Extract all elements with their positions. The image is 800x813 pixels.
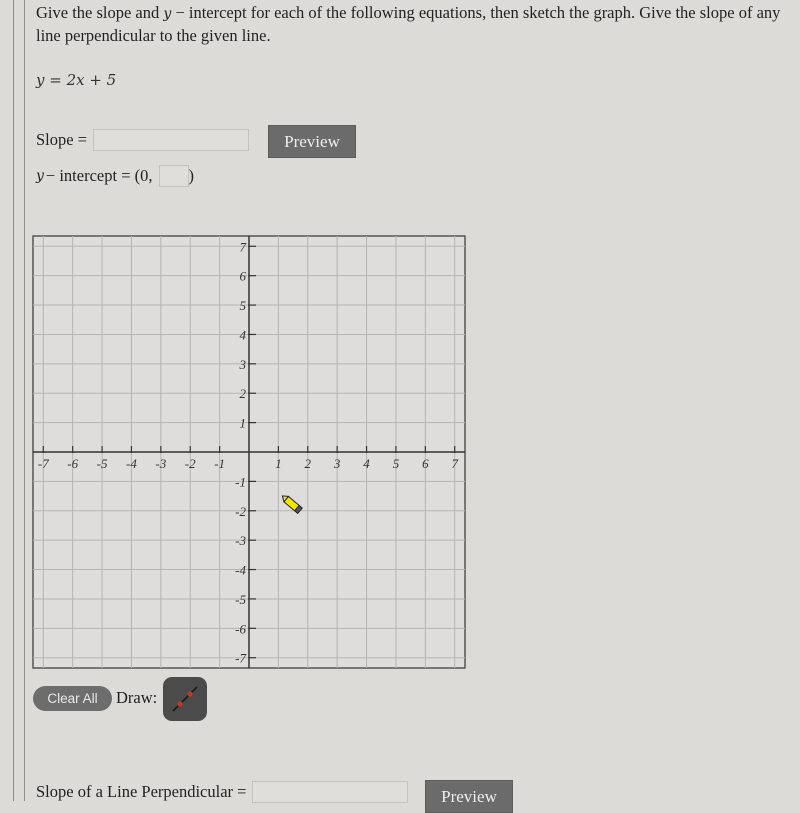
x-tick-label: -4 [126, 456, 137, 471]
y-tick-label: -6 [235, 621, 246, 636]
graph-area[interactable]: -7 -6 -5 -4 -3 -2 -1 1 2 3 4 5 6 7 7 6 5 4 3 2 1 -1 -2 -3 -4 -5 -6… [31, 234, 467, 675]
line-tool-icon [172, 686, 198, 712]
intercept-row: y − intercept = (0, ) [36, 165, 194, 187]
y-tick-label: 4 [240, 327, 247, 342]
y-tick-label: 6 [240, 269, 247, 284]
draw-label: Draw: [116, 688, 158, 707]
x-tick-label: 2 [305, 456, 312, 471]
problem-prompt: Give the slope and y − intercept for eac… [36, 2, 796, 47]
slope-label: Slope = [36, 130, 88, 149]
y-tick-label: 2 [240, 386, 247, 401]
perpendicular-row: Slope of a Line Perpendicular = [36, 781, 409, 803]
problem-page: Give the slope and y − intercept for eac… [0, 0, 800, 813]
x-tick-label: 7 [451, 456, 458, 471]
intercept-close-paren: ) [188, 166, 195, 185]
x-tick-label: -1 [214, 456, 225, 471]
x-tick-label: 6 [422, 456, 429, 471]
x-tick-label: -2 [185, 456, 196, 471]
y-tick-label: -4 [235, 563, 246, 578]
clear-all-button[interactable]: Clear All [33, 686, 112, 711]
perpendicular-preview-button[interactable]: Preview [425, 780, 513, 813]
equation: y = 2x + 5 [36, 71, 116, 89]
y-tick-label: 5 [240, 298, 247, 313]
y-tick-label: 7 [240, 239, 247, 254]
intercept-label: − intercept = (0, [45, 166, 153, 185]
y-tick-label: -2 [235, 504, 246, 519]
perpendicular-slope-input[interactable] [252, 781, 409, 803]
y-tick-label: -7 [235, 651, 246, 666]
slope-preview-button[interactable]: Preview [268, 125, 356, 158]
x-tick-label: 1 [275, 456, 282, 471]
x-tick-label: -7 [38, 456, 49, 471]
intercept-input[interactable] [158, 165, 189, 187]
left-border-line [13, 0, 14, 801]
slope-row: Slope = [36, 129, 250, 151]
slope-input[interactable] [93, 129, 250, 151]
y-tick-label: -1 [235, 474, 246, 489]
x-tick-label: 5 [393, 456, 400, 471]
x-tick-label: -3 [155, 456, 166, 471]
graph-canvas[interactable]: -7 -6 -5 -4 -3 -2 -1 1 2 3 4 5 6 7 7 6 5 4 3 2 1 -1 -2 -3 -4 -5 -6… [31, 234, 467, 670]
intercept-variable: y [36, 168, 44, 184]
equation-text: y = 2x + 5 [36, 71, 117, 89]
y-tick-label: 1 [240, 416, 247, 431]
perpendicular-label: Slope of a Line Perpendicular = [36, 782, 247, 801]
y-tick-label: -5 [235, 592, 246, 607]
line-tool-button[interactable] [163, 677, 207, 721]
x-tick-label: -6 [67, 456, 78, 471]
y-tick-label: 3 [239, 357, 247, 372]
x-tick-label: 3 [333, 456, 341, 471]
x-tick-label: 4 [363, 456, 370, 471]
left-border-line-inner [24, 0, 25, 801]
x-tick-label: -5 [97, 456, 108, 471]
y-tick-label: -3 [235, 533, 246, 548]
prompt-text-1: Give the slope and [36, 3, 164, 22]
